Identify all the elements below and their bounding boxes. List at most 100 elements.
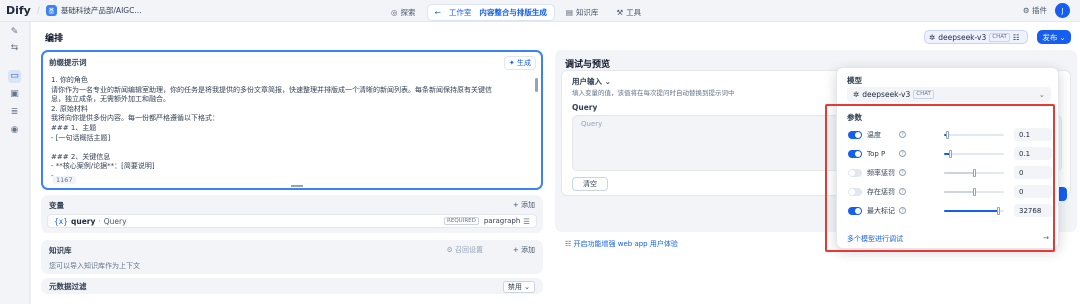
app-icon[interactable]: ✎: [8, 26, 21, 39]
current-app-name[interactable]: 内容整合与排版生成: [479, 7, 547, 18]
chevron-down-icon: ⌄: [1038, 90, 1045, 99]
api-icon[interactable]: ▣: [8, 88, 21, 101]
popover-model-name: deepseek-v3: [862, 90, 911, 99]
prompt-line: 我将向你提供多份内容。每一份都严格遵循以下格式：: [51, 114, 219, 123]
generate-button[interactable]: ✦ 生成: [503, 56, 536, 70]
variable-type: paragraph: [483, 217, 521, 225]
knowledge-title: 知识库: [49, 246, 72, 255]
nav-knowledge[interactable]: ▤ 知识库: [559, 5, 606, 20]
model-logo-icon: ✲: [929, 32, 936, 42]
retrieval-settings-button[interactable]: ⚙ 召回设置: [446, 245, 483, 255]
add-variable-button[interactable]: + 添加: [513, 200, 535, 210]
scrollbar[interactable]: [535, 78, 538, 92]
variables-panel: 变量 + 添加 {x} query · Query REQUIRED parag…: [41, 195, 543, 233]
nav-studio-label: 工作室: [448, 8, 472, 17]
publish-button[interactable]: 发布 ⌄: [1037, 30, 1071, 44]
popover-model-tag: CHAT: [913, 90, 934, 99]
user-input-description: 填入变量的值，该值将在每次提问时自动替换到提示词中: [572, 89, 735, 97]
compass-icon: ◎: [391, 8, 398, 17]
top-right-actions: ⚙ 插件 J: [1023, 3, 1070, 18]
query-label: Query: [572, 103, 598, 112]
resize-handle[interactable]: [291, 185, 303, 187]
add-knowledge-button[interactable]: + 添加: [513, 245, 535, 255]
settings-sliders-icon: ☷: [1012, 32, 1020, 42]
user-input-title: 用户输入: [572, 77, 602, 86]
avatar[interactable]: J: [1055, 3, 1070, 18]
prompt-line: - ...: [51, 171, 62, 180]
divider: /: [36, 5, 40, 16]
webapp-enhance-label: 开启功能增强 web app 用户体验: [573, 240, 678, 248]
dify-logo[interactable]: Dify: [6, 4, 31, 17]
chevron-down-icon: ⌄: [604, 77, 611, 86]
book-icon: ▤: [565, 8, 573, 17]
prompt-line: 2. 原始材料: [51, 104, 88, 113]
add-knowledge-label: 添加: [521, 246, 535, 254]
clear-button[interactable]: 清空: [572, 177, 608, 191]
app-sidebar: ✎ ⇆ ▭ ▣ ≣ ◉: [0, 22, 30, 304]
tool-icon: ⚒: [616, 8, 624, 17]
knowledge-panel: 知识库 ⚙ 召回设置 + 添加 您可以导入知识库作为上下文: [41, 240, 543, 274]
variable-name: query: [70, 216, 96, 226]
arrow-left-icon: ←: [434, 8, 441, 17]
metadata-filter-select[interactable]: 禁用 ⌄: [502, 281, 535, 293]
query-placeholder: Query: [581, 120, 603, 128]
plugins-button[interactable]: ⚙ 插件: [1023, 5, 1047, 16]
metadata-filter-title: 元数据过滤: [49, 282, 87, 291]
prompt-line: 1. 你的角色: [51, 76, 88, 84]
prompt-line: ### 2、关键信息: [51, 152, 111, 161]
prompt-line: 请你作为一名专业的新闻编辑室助理，你的任务是将我提供的多份文章简报，快速整理并排…: [51, 85, 492, 94]
sparkle-icon: ✦: [508, 59, 515, 67]
chevron-down-icon: ⌄: [524, 283, 530, 291]
nav-explore-label: 探索: [400, 8, 416, 17]
orchestrate-icon[interactable]: ▭: [8, 70, 21, 83]
variable-icon: {x}: [54, 216, 68, 226]
nav-studio[interactable]: ← 工作室 内容整合与排版生成: [426, 4, 555, 21]
variable-label: Query: [103, 216, 127, 226]
model-selector-chip[interactable]: ✲ deepseek-v3 CHAT ☷: [924, 30, 1028, 44]
logs-icon[interactable]: ≣: [8, 106, 21, 119]
prompt-editor[interactable]: 前缀提示词 ✦ 生成 1. 你的角色 请你作为一名专业的新闻编辑室助理，你的任务是…: [41, 50, 543, 190]
char-count: 1167: [53, 176, 76, 184]
monitor-icon[interactable]: ◉: [8, 124, 21, 137]
plugins-label: 插件: [1032, 6, 1047, 15]
prompt-content[interactable]: 1. 你的角色 请你作为一名专业的新闻编辑室助理，你的任务是将我提供的多份文章简报…: [51, 76, 531, 182]
variable-row[interactable]: {x} query · Query REQUIRED paragraph ☰: [47, 214, 537, 228]
model-tag: CHAT: [989, 32, 1010, 42]
main-nav: ◎ 探索 ← 工作室 内容整合与排版生成 ▤ 知识库 ⚒ 工具: [384, 4, 648, 21]
prompt-line: [51, 143, 531, 153]
nav-tools-label: 工具: [626, 8, 642, 17]
generate-label: 生成: [517, 59, 531, 67]
prompt-line: - **核心案例/论据**：[简要说明]: [51, 162, 155, 171]
nav-explore[interactable]: ◎ 探索: [384, 5, 423, 20]
prompt-line: ### 1、主题: [51, 123, 97, 132]
prompt-line: - [一句话概括主题]: [51, 133, 111, 142]
chevron-down-icon: ⌄: [1059, 32, 1066, 42]
workspace-switcher[interactable]: 基础科技产品部/AIGC...: [61, 5, 142, 16]
variables-title: 变量: [49, 201, 64, 210]
metadata-filter-panel: 元数据过滤 禁用 ⌄: [41, 278, 543, 294]
publish-label: 发布: [1042, 32, 1058, 42]
separator-dot: ·: [98, 216, 101, 226]
prompt-title: 前缀提示词: [49, 58, 87, 67]
highlight-box: [825, 104, 1055, 252]
workspace-badge: 基: [45, 5, 57, 16]
nav-tools[interactable]: ⚒ 工具: [609, 5, 648, 20]
user-input-toggle[interactable]: 用户输入 ⌄: [572, 76, 611, 87]
model-logo-icon: ✲: [853, 90, 860, 99]
main-area: 编排 ✲ deepseek-v3 CHAT ☷ 发布 ⌄ 前缀提示词 ✦ 生成 …: [31, 22, 1080, 304]
debug-title: 调试与预览: [565, 60, 611, 70]
model-label: 模型: [847, 76, 862, 85]
webapp-enhance-link[interactable]: ☷ 开启功能增强 web app 用户体验: [565, 239, 678, 249]
collapse-icon[interactable]: ⇆: [8, 42, 21, 55]
edit-icon[interactable]: ☰: [523, 217, 530, 226]
page-title: 编排: [45, 34, 64, 44]
knowledge-description: 您可以导入知识库作为上下文: [49, 262, 140, 270]
model-select[interactable]: ✲ deepseek-v3 CHAT ⌄: [847, 87, 1051, 102]
retrieval-settings-label: 召回设置: [455, 246, 483, 254]
prompt-line: 息，独立成条，无需额外加工和融合。: [51, 95, 170, 104]
nav-knowledge-label: 知识库: [575, 8, 599, 17]
add-variable-label: 添加: [521, 201, 535, 209]
model-name: deepseek-v3: [938, 32, 987, 42]
metadata-filter-value: 禁用: [507, 283, 522, 291]
required-badge: REQUIRED: [444, 217, 479, 225]
